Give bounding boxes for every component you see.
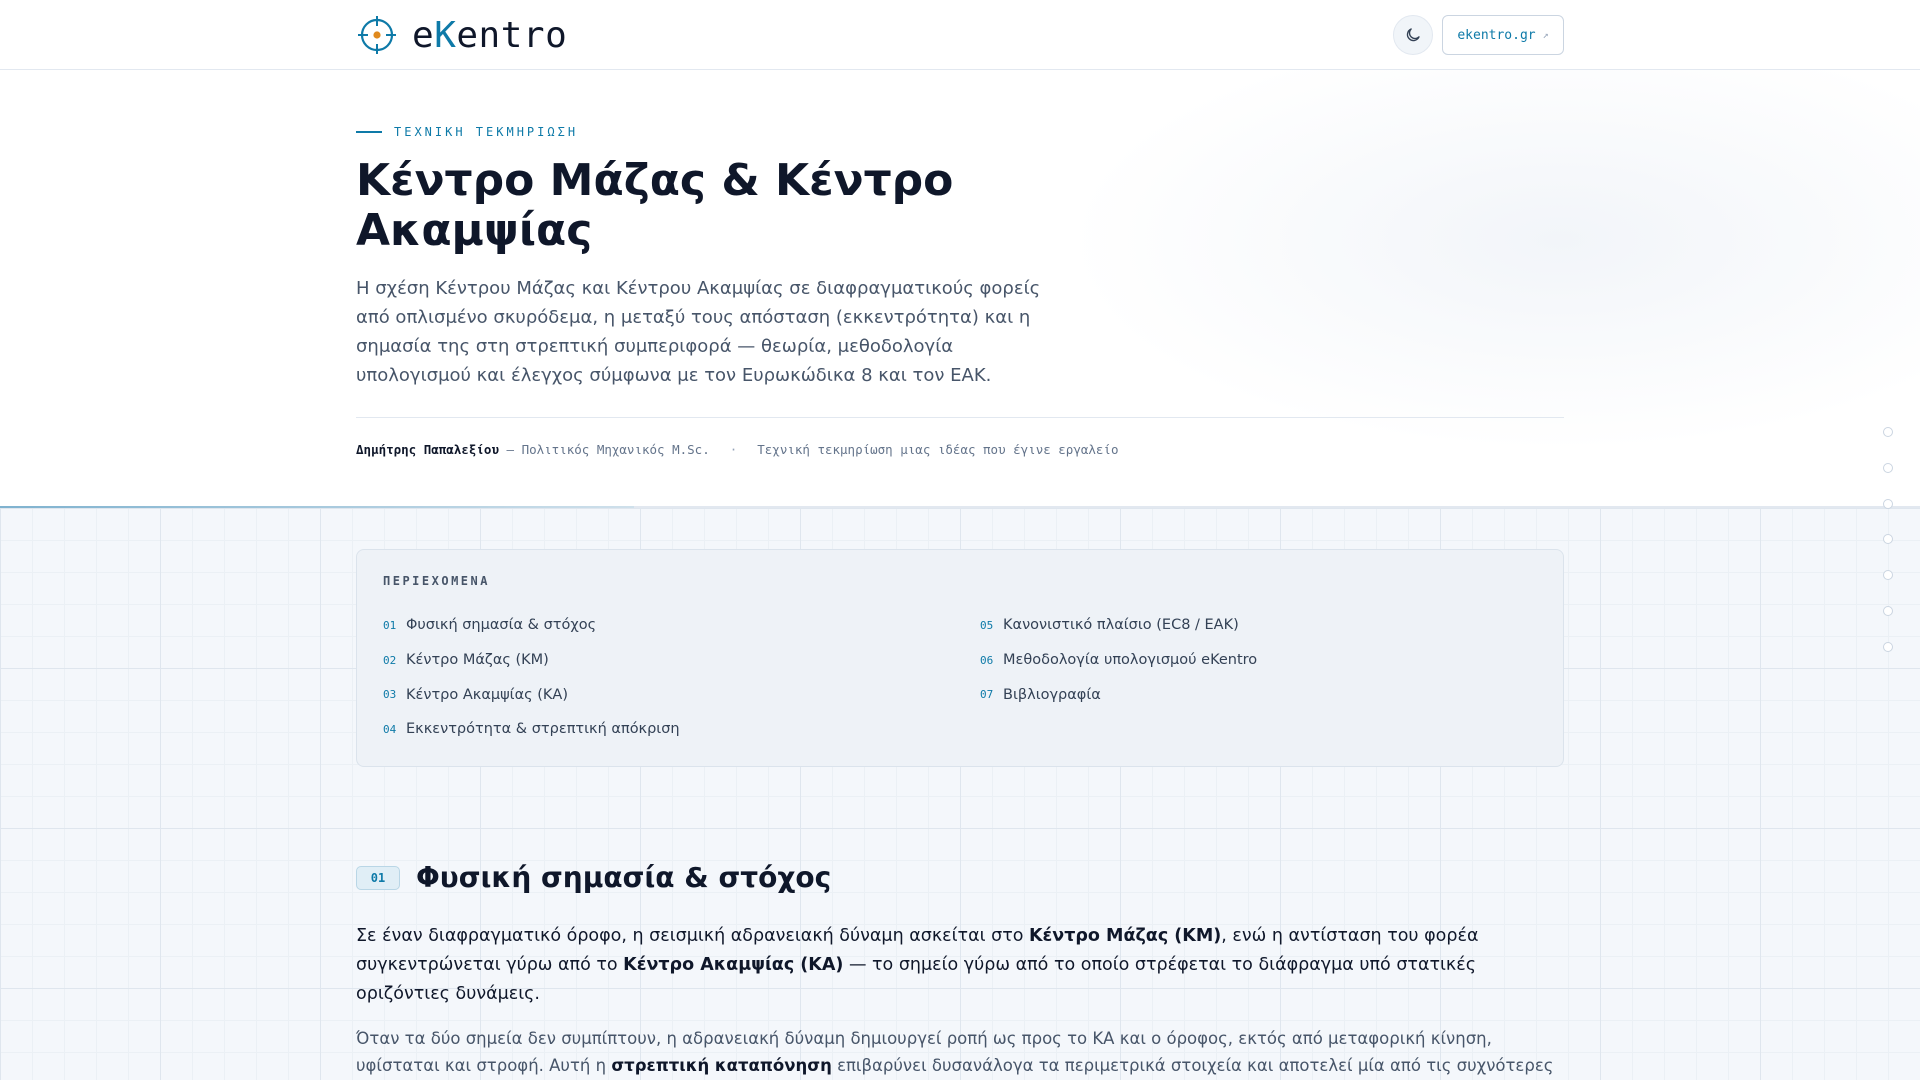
external-link-icon: ↗ [1542, 29, 1549, 41]
section-dot[interactable] [1883, 534, 1893, 545]
brand-logo-link[interactable]: eKentro [356, 14, 567, 56]
toc-item-01[interactable]: 01 Φυσική σημασία & στόχος [383, 608, 680, 643]
section-dot[interactable] [1883, 570, 1893, 581]
term-center-of-stiffness: Κέντρο Ακαμψίας (ΚΑ) [623, 955, 844, 975]
eyebrow-line [356, 131, 382, 133]
toc-item-05[interactable]: 05 Κανονιστικό πλαίσιο (EC8 / ΕΑΚ) [980, 608, 1257, 643]
toc-column-left: 01 Φυσική σημασία & στόχος 02 Κέντρο Μάζ… [383, 608, 680, 747]
section-dot[interactable] [1883, 605, 1893, 616]
section-title: Φυσική σημασία & στόχος [416, 861, 832, 894]
top-bar: eKentro ekentro.gr ↗ [0, 0, 1920, 70]
toc-item-number: 03 [383, 688, 397, 702]
toc-item-07[interactable]: 07 Βιβλιογραφία [980, 677, 1257, 712]
toc-item-number: 04 [383, 722, 397, 736]
toc-item-label: Μεθοδολογία υπολογισμού eKentro [1003, 652, 1258, 669]
byline-tagline: Τεχνική τεκμηρίωση μιας ιδέας που έγινε … [757, 442, 1119, 457]
toc-item-label: Κέντρο Ακαμψίας (ΚΑ) [406, 686, 568, 703]
toc-item-label: Εκκεντρότητα & στρεπτική απόκριση [406, 721, 680, 738]
byline-separator: · [729, 442, 738, 457]
section-dot-nav [1883, 427, 1893, 678]
brand-name: eKentro [412, 14, 568, 56]
site-link-button[interactable]: ekentro.gr ↗ [1442, 15, 1564, 55]
toc-item-04[interactable]: 04 Εκκεντρότητα & στρεπτική απόκριση [383, 712, 680, 747]
toc-column-right: 05 Κανονιστικό πλαίσιο (EC8 / ΕΑΚ) 06 Με… [980, 608, 1257, 712]
target-crosshair-icon [358, 16, 396, 54]
toc-title: ΠΕΡΙΕΧΟΜΕΝΑ [383, 574, 490, 588]
section-dot[interactable] [1883, 427, 1893, 437]
section-number-badge: 01 [356, 865, 400, 890]
toc-item-02[interactable]: 02 Κέντρο Μάζας (ΚΜ) [383, 643, 680, 678]
page-title: Κέντρο Μάζας & Κέντρο Ακαμψίας [356, 155, 954, 256]
toc-item-label: Βιβλιογραφία [1003, 686, 1101, 703]
hero-lead: Η σχέση Κέντρου Μάζας και Κέντρου Ακαμψί… [356, 278, 1041, 386]
hero-eyebrow: ΤΕΧΝΙΚΗ ΤΕΚΜΗΡΙΩΣΗ [356, 125, 578, 139]
toc-item-number: 01 [383, 618, 397, 632]
moon-icon [1406, 28, 1420, 42]
reading-progress-bar [0, 506, 1920, 508]
site-link-label: ekentro.gr [1457, 27, 1536, 43]
toc-item-06[interactable]: 06 Μεθοδολογία υπολογισμού eKentro [980, 643, 1257, 678]
hero-section: ΤΕΧΝΙΚΗ ΤΕΚΜΗΡΙΩΣΗ Κέντρο Μάζας & Κέντρο… [0, 70, 1920, 508]
section-dot[interactable] [1883, 462, 1893, 473]
term-center-of-mass: Κέντρο Μάζας (ΚΜ) [1029, 926, 1222, 946]
section-heading-01: 01 Φυσική σημασία & στόχος [356, 861, 831, 894]
toc-item-label: Φυσική σημασία & στόχος [406, 617, 597, 634]
author-name: Δημήτρης Παπαλεξίου [356, 442, 499, 457]
section-paragraph: Σε έναν διαφραγματικό όροφο, η σεισμική … [356, 926, 1479, 1004]
toc-item-number: 06 [980, 653, 994, 667]
section-paragraph: Όταν τα δύο σημεία δεν συμπίπτουν, η αδρ… [356, 1029, 1554, 1075]
hero-divider [356, 417, 1564, 418]
toc-item-label: Κέντρο Μάζας (ΚΜ) [406, 652, 549, 669]
toc-item-number: 02 [383, 653, 397, 667]
toc-item-03[interactable]: 03 Κέντρο Ακαμψίας (ΚΑ) [383, 677, 680, 712]
toc-item-number: 05 [980, 618, 994, 632]
section-dot[interactable] [1883, 641, 1893, 652]
table-of-contents: ΠΕΡΙΕΧΟΜΕΝΑ 01 Φυσική σημασία & στόχος 0… [356, 549, 1564, 767]
byline: Δημήτρης Παπαλεξίου — Πολιτικός Μηχανικό… [356, 442, 1118, 457]
article-body: ΠΕΡΙΕΧΟΜΕΝΑ 01 Φυσική σημασία & στόχος 0… [0, 508, 1920, 1080]
eyebrow-text: ΤΕΧΝΙΚΗ ΤΕΚΜΗΡΙΩΣΗ [394, 125, 579, 139]
term-torsional-loading: στρεπτική καταπόνηση [611, 1056, 832, 1075]
section-dot[interactable] [1883, 498, 1893, 509]
author-role: — Πολιτικός Μηχανικός M.Sc. [499, 442, 710, 457]
theme-toggle-button[interactable] [1393, 15, 1433, 55]
toc-item-number: 07 [980, 688, 994, 702]
toc-item-label: Κανονιστικό πλαίσιο (EC8 / ΕΑΚ) [1003, 617, 1239, 634]
reading-progress-fill [0, 506, 634, 508]
